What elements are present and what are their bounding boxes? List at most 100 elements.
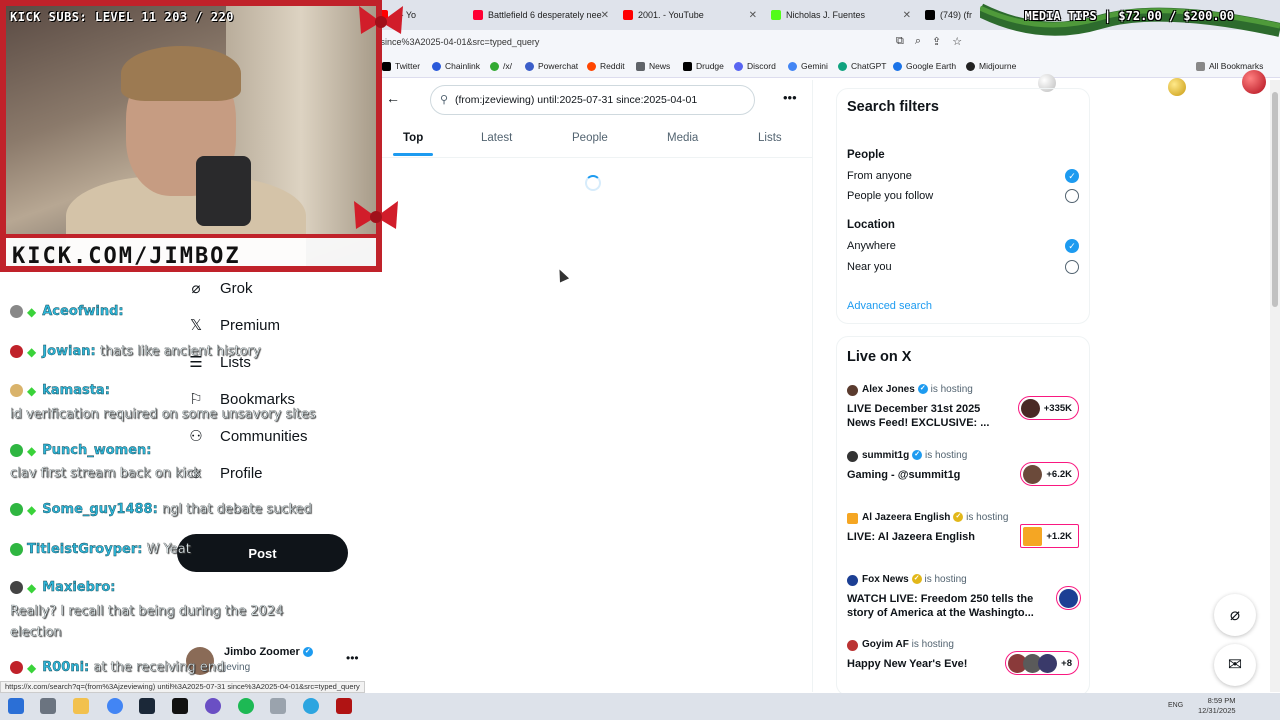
ornament <box>1168 78 1186 96</box>
browser-tab[interactable]: Nicholas J. Fuentes ✕ <box>763 4 917 26</box>
bookmark-item[interactable]: Discord <box>734 61 776 71</box>
listener-count-badge[interactable]: +335K <box>1017 396 1079 420</box>
app-icon[interactable] <box>336 698 352 714</box>
more-options-icon[interactable]: ••• <box>783 90 797 105</box>
chat-badge-icon <box>10 581 23 594</box>
loading-spinner-icon <box>585 175 601 191</box>
close-tab-icon[interactable]: ✕ <box>601 10 609 21</box>
column-divider <box>812 80 813 692</box>
live-on-x-card: Live on X Alex Jones ✓ is hosting LIVE De… <box>836 336 1090 696</box>
location-section-title: Location <box>847 219 895 231</box>
obs-icon[interactable] <box>205 698 221 714</box>
terminal-icon[interactable] <box>172 698 188 714</box>
live-title-text: WATCH LIVE: Freedom 250 tells the story … <box>847 593 1034 619</box>
tab-media[interactable]: Media <box>667 132 698 144</box>
chat-message: ◆ Maxiebro: <box>10 580 116 595</box>
page-scrollbar[interactable] <box>1270 80 1280 692</box>
steam-icon[interactable] <box>139 698 155 714</box>
from-anyone-radio-checked[interactable]: ✓ <box>1065 169 1079 183</box>
kick-badge-icon <box>10 444 23 457</box>
people-you-follow-radio[interactable] <box>1065 189 1079 203</box>
x-logo-icon <box>382 61 391 71</box>
envelope-icon: ✉ <box>1227 655 1243 674</box>
close-tab-icon[interactable]: ✕ <box>903 10 911 21</box>
gemini-icon <box>788 61 797 71</box>
host-name: summit1g ✓ is hosting <box>862 450 968 461</box>
back-arrow-icon[interactable]: ← <box>386 90 400 106</box>
live-title-text: Happy New Year's Eve! <box>847 658 968 670</box>
tab-people[interactable]: People <box>572 132 608 144</box>
fox-news-logo-icon <box>1059 588 1078 608</box>
listener-count-badge[interactable]: +8 <box>1005 651 1079 675</box>
advanced-search-link[interactable]: Advanced search <box>847 300 932 312</box>
listener-count-badge[interactable] <box>1056 586 1081 610</box>
browser-tab[interactable]: 2001. - YouTube ✕ <box>615 4 763 26</box>
live-item[interactable]: summit1g ✓ is hosting Gaming - @summit1g … <box>847 450 1083 510</box>
install-app-icon[interactable]: ⧉ <box>896 35 904 48</box>
chat-badge-icon <box>10 345 23 358</box>
start-icon[interactable] <box>8 698 24 714</box>
tab-latest[interactable]: Latest <box>481 132 512 144</box>
file-explorer-icon[interactable] <box>73 698 89 714</box>
zoom-icon[interactable]: ⌕ <box>915 35 921 48</box>
bookmark-star-icon[interactable]: ☆ <box>952 35 962 48</box>
tab-top[interactable]: Top <box>403 132 423 144</box>
share-icon[interactable]: ⇪ <box>932 35 941 48</box>
grok-fab-button[interactable]: ⌀ <box>1214 594 1256 636</box>
listener-count-badge[interactable]: +6.2K <box>1020 462 1079 486</box>
verified-gold-icon: ✓ <box>911 574 922 585</box>
listener-count-badge[interactable]: +1.2K <box>1020 524 1079 548</box>
bookmark-item[interactable]: Drudge <box>683 61 724 71</box>
scrollbar-thumb[interactable] <box>1272 92 1278 307</box>
close-tab-icon[interactable]: ✕ <box>749 10 757 21</box>
from-anyone-label[interactable]: From anyone <box>847 170 912 182</box>
bookmark-item[interactable]: /x/ <box>490 61 512 71</box>
chat-message: ◆ R00ni: at the receiving end <box>10 660 224 675</box>
language-indicator[interactable]: ENG <box>1168 702 1183 709</box>
browser-tab[interactable]: Battlefield 6 desperately nee ✕ <box>465 4 615 26</box>
bookmark-item[interactable]: Twitter <box>382 61 420 71</box>
live-title-text: LIVE: Al Jazeera English <box>847 531 975 543</box>
chat-badge-icon <box>10 661 23 674</box>
tab-lists[interactable]: Lists <box>758 132 782 144</box>
live-item[interactable]: Goyim AF is hosting Happy New Year's Eve… <box>847 639 1083 699</box>
x-logo-icon <box>925 10 935 20</box>
live-title-text: LIVE December 31st 2025 News Feed! EXCLU… <box>847 403 990 429</box>
host-avatar <box>847 640 858 651</box>
task-view-icon[interactable] <box>40 698 56 714</box>
chat-badge-icon <box>10 305 23 318</box>
chat-message: ◆ Some_guy1488: ngl that debate sucked <box>10 502 312 517</box>
anywhere-label[interactable]: Anywhere <box>847 240 896 252</box>
bookmark-item[interactable]: ChatGPT <box>838 61 886 71</box>
windows-taskbar: ENG 8:59 PM 12/31/2025 <box>0 693 1280 720</box>
bookmark-item[interactable]: Powerchat <box>525 61 578 71</box>
live-item[interactable]: Alex Jones ✓ is hosting LIVE December 31s… <box>847 384 1083 444</box>
near-you-radio[interactable] <box>1065 260 1079 274</box>
near-you-label[interactable]: Near you <box>847 261 892 273</box>
bookmark-item[interactable]: Google Earth <box>893 61 956 71</box>
bookmark-item[interactable]: Midjourne <box>966 61 1016 71</box>
live-item[interactable]: Al Jazeera English ✓ is hosting LIVE: Al … <box>847 512 1083 572</box>
sub-diamond-icon: ◆ <box>27 660 37 675</box>
chrome-icon[interactable] <box>107 698 123 714</box>
anywhere-radio-checked[interactable]: ✓ <box>1065 239 1079 253</box>
live-item[interactable]: Fox News ✓ is hosting WATCH LIVE: Freedom… <box>847 574 1083 634</box>
bookmark-item[interactable]: Reddit <box>587 61 625 71</box>
host-name: Al Jazeera English ✓ is hosting <box>862 512 1009 523</box>
search-input[interactable]: ⚲ (from:jzeviewing) until:2025-07-31 sin… <box>430 85 755 115</box>
spotify-icon[interactable] <box>238 698 254 714</box>
chat-message: ◆ Jowian: thats like ancient history <box>10 344 261 359</box>
messages-fab-button[interactable]: ✉ <box>1214 644 1256 686</box>
clock[interactable]: 8:59 PM 12/31/2025 <box>1198 696 1236 716</box>
people-you-follow-label[interactable]: People you follow <box>847 190 933 202</box>
bookmark-item[interactable]: Chainlink <box>432 61 480 71</box>
chat-message: id verification required on some unsavor… <box>10 407 316 422</box>
midjourney-icon <box>966 61 975 71</box>
app-icon[interactable] <box>270 698 286 714</box>
telegram-icon[interactable] <box>303 698 319 714</box>
sub-diamond-icon: ◆ <box>27 443 37 458</box>
bookmark-item[interactable]: News <box>636 61 670 71</box>
bookmark-item[interactable]: Gemini <box>788 61 828 71</box>
webcam-person <box>121 46 241 101</box>
chan-icon <box>490 61 499 71</box>
